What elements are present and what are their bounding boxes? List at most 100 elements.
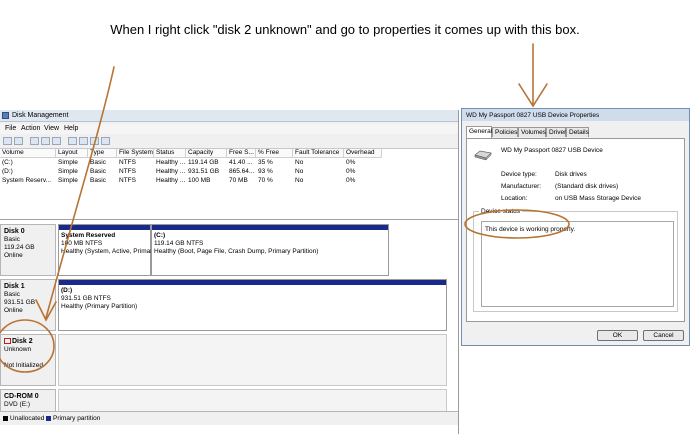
view-icon[interactable] bbox=[30, 137, 39, 145]
partition-system-reserved[interactable]: System Reserved 100 MB NTFS Healthy (Sys… bbox=[58, 224, 153, 276]
table-cell: 865.64... bbox=[229, 168, 255, 175]
menu-help[interactable]: Help bbox=[64, 125, 78, 132]
manufacturer-label: Manufacturer: bbox=[501, 183, 542, 190]
menu-view[interactable]: View bbox=[44, 125, 59, 132]
legend-bar: Unallocated Primary partition bbox=[0, 411, 458, 425]
partition-name: (C:) bbox=[154, 232, 166, 239]
refresh-icon[interactable] bbox=[90, 137, 99, 145]
toolbar bbox=[0, 134, 458, 149]
partition-status: Healthy (System, Active, Primar bbox=[61, 248, 153, 255]
menu-file[interactable]: File bbox=[5, 125, 16, 132]
tab-driver[interactable]: Driver bbox=[546, 127, 566, 137]
table-cell: Simple bbox=[58, 168, 78, 175]
device-properties-dialog: WD My Passport 0827 USB Device Propertie… bbox=[461, 108, 690, 346]
general-tab-panel: WD My Passport 0827 USB Device Device ty… bbox=[466, 138, 685, 322]
delete-icon[interactable] bbox=[79, 137, 88, 145]
table-cell: Healthy ... bbox=[156, 159, 186, 166]
disk-2-label[interactable]: Disk 2 Unknown Not Initialized bbox=[0, 334, 56, 386]
col-free-space[interactable]: Free S... bbox=[227, 149, 256, 158]
table-cell: Basic bbox=[90, 168, 106, 175]
disk-drive-icon bbox=[474, 150, 492, 161]
cdrom-type: DVD (E:) bbox=[4, 401, 30, 408]
table-cell: 100 MB bbox=[188, 177, 211, 184]
connect-icon[interactable] bbox=[68, 137, 77, 145]
table-row-system-reserved[interactable]: System Reserv... bbox=[0, 177, 56, 186]
device-name: WD My Passport 0827 USB Device bbox=[501, 147, 603, 154]
table-cell: Simple bbox=[58, 159, 78, 166]
col-percent-free[interactable]: % Free bbox=[256, 149, 293, 158]
tab-volumes[interactable]: Volumes bbox=[518, 127, 546, 137]
disk-1-type: Basic bbox=[4, 291, 20, 298]
disk-1-label[interactable]: Disk 1 Basic 931.51 GB Online bbox=[0, 279, 56, 331]
disk-2-status: Not Initialized bbox=[4, 362, 44, 369]
device-status-legend: Device status bbox=[479, 208, 523, 215]
partition-status: Healthy (Primary Partition) bbox=[61, 303, 138, 310]
disk-2-name: Disk 2 bbox=[12, 338, 33, 345]
table-cell: NTFS bbox=[119, 159, 136, 166]
partition-band bbox=[152, 225, 388, 230]
location-value: on USB Mass Storage Device bbox=[555, 195, 641, 202]
col-capacity[interactable]: Capacity bbox=[186, 149, 227, 158]
table-cell: 70 MB bbox=[229, 177, 248, 184]
disk-0-type: Basic bbox=[4, 236, 20, 243]
legend-primary: Primary partition bbox=[53, 415, 101, 422]
device-type-value: Disk drives bbox=[555, 171, 587, 178]
table-cell: 119.14 GB bbox=[188, 159, 219, 166]
cancel-button[interactable]: Cancel bbox=[643, 330, 684, 341]
disk-0-status: Online bbox=[4, 252, 23, 259]
location-label: Location: bbox=[501, 195, 528, 202]
back-icon[interactable] bbox=[3, 137, 12, 145]
menubar: File Action View Help bbox=[0, 124, 458, 134]
partition-size: 931.51 GB NTFS bbox=[61, 295, 111, 302]
table-cell: 70 % bbox=[258, 177, 273, 184]
tab-policies[interactable]: Policies bbox=[492, 127, 518, 137]
table-row-d-volume[interactable]: (D:) bbox=[0, 168, 56, 177]
tab-details[interactable]: Details bbox=[566, 127, 589, 137]
partition-status: Healthy (Boot, Page File, Crash Dump, Pr… bbox=[154, 248, 319, 255]
settings-icon[interactable] bbox=[101, 137, 110, 145]
annotation-caption: When I right click "disk 2 unknown" and … bbox=[110, 22, 580, 37]
partition-c-drive[interactable]: (C:) 119.14 GB NTFS Healthy (Boot, Page … bbox=[151, 224, 389, 276]
disk-0-name: Disk 0 bbox=[4, 228, 25, 235]
arrow-to-dialog-head-icon bbox=[518, 83, 548, 108]
help-icon[interactable] bbox=[41, 137, 50, 145]
window-title: Disk Management bbox=[12, 112, 69, 119]
table-row-c-volume[interactable]: (C:) bbox=[0, 159, 56, 168]
table-cell: No bbox=[295, 168, 304, 175]
col-fault-tolerance[interactable]: Fault Tolerance bbox=[293, 149, 344, 158]
menu-action[interactable]: Action bbox=[21, 125, 40, 132]
volume-table: Volume Layout Type File System Status Ca… bbox=[0, 149, 458, 220]
forward-icon[interactable] bbox=[14, 137, 23, 145]
legend-unallocated: Unallocated bbox=[10, 415, 45, 422]
ok-button[interactable]: OK bbox=[597, 330, 638, 341]
disk-graphical-view: Disk 0 Basic 119.24 GB Online System Res… bbox=[0, 220, 458, 434]
disk-1-name: Disk 1 bbox=[4, 283, 25, 290]
table-cell: Basic bbox=[90, 159, 106, 166]
col-status[interactable]: Status bbox=[154, 149, 186, 158]
table-cell: Healthy ... bbox=[156, 177, 186, 184]
table-cell: 0% bbox=[346, 168, 356, 175]
disk-2-space[interactable] bbox=[58, 334, 447, 386]
table-cell: 93 % bbox=[258, 168, 273, 175]
device-status-text: This device is working properly. bbox=[485, 226, 576, 233]
table-cell: Healthy ... bbox=[156, 168, 186, 175]
primary-swatch bbox=[46, 416, 51, 421]
disk-management-window: Disk Management File Action View Help Vo… bbox=[0, 110, 459, 434]
col-layout[interactable]: Layout bbox=[56, 149, 88, 158]
partition-band bbox=[59, 225, 150, 230]
disk-management-icon bbox=[2, 112, 9, 119]
col-overhead[interactable]: Overhead bbox=[344, 149, 382, 158]
col-type[interactable]: Type bbox=[88, 149, 117, 158]
tab-general[interactable]: General bbox=[466, 126, 492, 138]
table-cell: Basic bbox=[90, 177, 106, 184]
col-file-system[interactable]: File System bbox=[117, 149, 154, 158]
device-status-textbox[interactable]: This device is working properly. bbox=[481, 221, 674, 307]
partition-band bbox=[59, 280, 446, 285]
partition-d-drive[interactable]: (D:) 931.51 GB NTFS Healthy (Primary Par… bbox=[58, 279, 447, 331]
disk-0-label[interactable]: Disk 0 Basic 119.24 GB Online bbox=[0, 224, 56, 276]
properties-icon[interactable] bbox=[52, 137, 61, 145]
disk-1-size: 931.51 GB bbox=[4, 299, 36, 306]
disk-0-size: 119.24 GB bbox=[4, 244, 35, 251]
dialog-titlebar: WD My Passport 0827 USB Device Propertie… bbox=[462, 109, 689, 121]
col-volume[interactable]: Volume bbox=[0, 149, 56, 158]
